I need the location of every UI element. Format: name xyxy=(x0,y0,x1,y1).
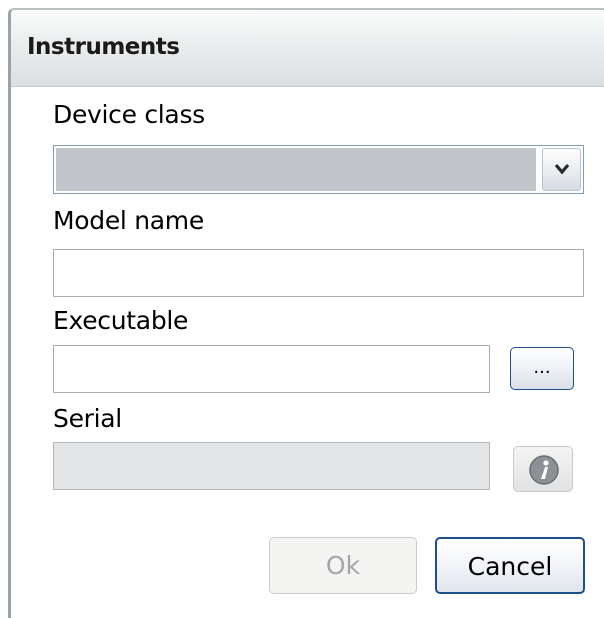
device-class-value[interactable] xyxy=(56,148,536,191)
title-bar[interactable]: Instruments xyxy=(11,10,604,87)
dropdown-button[interactable] xyxy=(542,148,581,191)
chevron-down-icon xyxy=(554,163,570,175)
cancel-button[interactable]: Cancel xyxy=(435,537,585,594)
serial-field xyxy=(53,442,490,490)
serial-label: Serial xyxy=(53,404,122,433)
ok-button[interactable]: Ok xyxy=(269,537,417,594)
device-class-select[interactable] xyxy=(53,145,584,194)
instruments-dialog: Instruments Device class Model name Exec… xyxy=(8,8,604,618)
executable-input[interactable] xyxy=(54,346,489,392)
device-class-label: Device class xyxy=(53,100,205,129)
executable-label: Executable xyxy=(53,306,189,335)
model-name-input[interactable] xyxy=(54,250,583,296)
executable-field[interactable] xyxy=(53,345,490,393)
serial-input xyxy=(54,443,489,489)
info-icon xyxy=(529,455,559,485)
browse-button[interactable]: ... xyxy=(510,347,574,390)
model-name-field[interactable] xyxy=(53,249,584,297)
window-title: Instruments xyxy=(27,34,180,60)
serial-info-button[interactable] xyxy=(513,446,573,492)
model-name-label: Model name xyxy=(53,206,204,235)
